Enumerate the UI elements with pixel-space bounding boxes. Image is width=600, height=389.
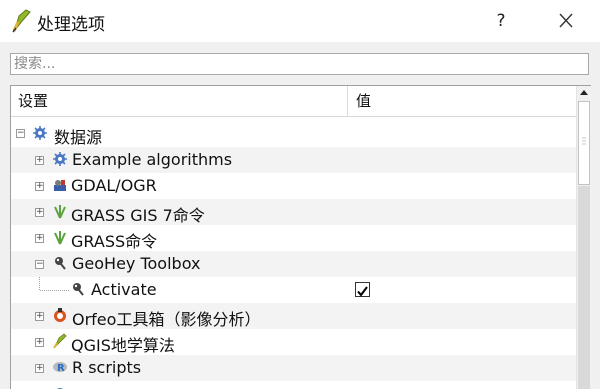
tree-row-label: QGIS地学算法 <box>71 336 175 355</box>
geohey-icon <box>73 283 84 296</box>
vertical-scrollbar[interactable] <box>576 86 591 389</box>
expand-toggle[interactable]: + <box>35 234 44 243</box>
gear-icon <box>33 126 47 140</box>
orfeo-icon <box>54 308 66 322</box>
tree-row-partial: + <box>11 381 576 389</box>
expand-toggle[interactable]: + <box>35 364 44 373</box>
gear-icon <box>53 152 67 166</box>
scrollbar-thumb[interactable] <box>578 101 590 185</box>
collapse-toggle[interactable]: − <box>35 260 44 269</box>
gear-icon <box>57 388 63 389</box>
window-title: 处理选项 <box>37 15 105 35</box>
tree-row-label: Activate <box>91 280 157 299</box>
qgis-logo-icon <box>12 9 31 33</box>
activate-checkbox[interactable] <box>355 282 370 297</box>
svg-text:R: R <box>57 363 65 374</box>
scrollbar-track[interactable] <box>578 186 590 389</box>
settings-tree: 设置 值 − 数据源 + Example algorithms + GDAL/O… <box>10 85 591 389</box>
tree-row-grass7[interactable]: + GRASS GIS 7命令 <box>11 199 576 225</box>
scroll-up-icon[interactable] <box>577 86 591 100</box>
column-header-setting[interactable]: 设置 <box>18 86 48 116</box>
help-button[interactable]: ? <box>486 6 516 36</box>
tree-row-example-algorithms[interactable]: + Example algorithms <box>11 147 576 173</box>
tree-row-geohey-toolbox[interactable]: − GeoHey Toolbox <box>11 251 576 277</box>
gdal-icon <box>54 180 66 191</box>
column-header-value[interactable]: 值 <box>356 86 371 116</box>
grass-icon <box>54 231 66 245</box>
title-bar: 处理选项 ? <box>0 0 600 42</box>
expand-toggle[interactable]: + <box>35 208 44 217</box>
tree-row-r-scripts[interactable]: + R R scripts <box>11 355 576 381</box>
processing-options-dialog: 处理选项 ? 搜索... 设置 值 − 数据源 + Example algori… <box>0 0 600 389</box>
tree-row-label: GeoHey Toolbox <box>72 254 201 273</box>
tree-row-qgis-algorithms[interactable]: + QGIS地学算法 <box>11 329 576 355</box>
grass-icon <box>54 205 66 219</box>
tree-row-label: GRASS GIS 7命令 <box>71 206 205 225</box>
tree-row-grass[interactable]: + GRASS命令 <box>11 225 576 251</box>
expand-toggle[interactable]: + <box>35 312 44 321</box>
tree-row-label: R scripts <box>72 358 142 377</box>
tree-branch-line <box>39 277 69 291</box>
expand-toggle[interactable]: + <box>35 156 44 165</box>
tree-row-data-sources[interactable]: − 数据源 <box>11 121 576 147</box>
tree-header: 设置 值 <box>11 86 576 117</box>
tree-row-label: GDAL/OGR <box>71 176 157 195</box>
close-icon[interactable] <box>550 6 582 36</box>
tree-row-label: Orfeo工具箱（影像分析） <box>72 310 261 329</box>
checkmark-icon <box>357 286 368 297</box>
search-input[interactable]: 搜索... <box>10 53 589 75</box>
tree-row-label: 数据源 <box>54 128 103 147</box>
qgis-icon <box>53 333 67 349</box>
tree-row-label: GRASS命令 <box>71 232 158 251</box>
grip-icon <box>582 137 586 145</box>
geohey-icon <box>55 257 66 270</box>
expand-toggle[interactable]: + <box>35 338 44 347</box>
tree-row-orfeo[interactable]: + Orfeo工具箱（影像分析） <box>11 303 576 329</box>
r-icon: R <box>53 362 67 374</box>
expand-toggle[interactable]: + <box>35 182 44 191</box>
tree-row-activate[interactable]: Activate <box>11 277 576 303</box>
collapse-toggle[interactable]: − <box>16 129 25 138</box>
tree-row-gdal-ogr[interactable]: + GDAL/OGR <box>11 173 576 199</box>
tree-row-label: Example algorithms <box>72 150 233 169</box>
